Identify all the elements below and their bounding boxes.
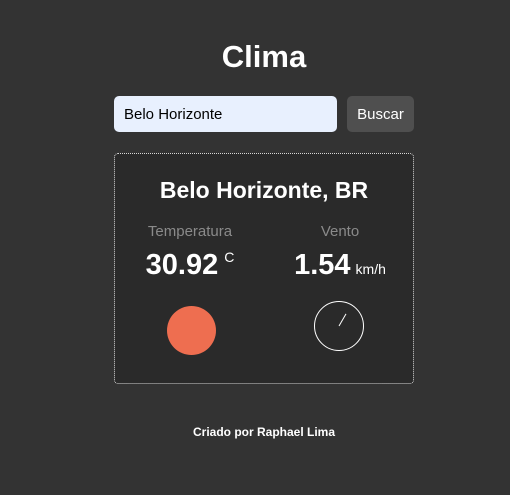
footer-credit: Criado por Raphael Lima [192,425,336,439]
temperature-value: 30.92 [145,249,219,281]
city-name: Belo Horizonte, BR [159,177,369,203]
wind-value-line: 1.54 km/h [265,247,415,288]
page-title: Clima [221,39,307,74]
wind-direction-needle [338,313,347,327]
weather-card: Belo Horizonte, BR Temperatura 30.92 C Ve… [114,153,414,384]
wind-value: 1.54 [294,249,351,281]
wind-block: Vento 1.54 km/h [265,223,415,288]
search-input[interactable] [114,96,337,132]
wind-label: Vento [320,223,360,240]
wind-unit: km/h [355,261,386,277]
wind-compass-icon [314,301,364,351]
temperature-block: Temperatura 30.92 C [115,223,265,288]
temperature-circle-icon [167,306,216,355]
temperature-value-line: 30.92 C [115,247,265,288]
temperature-label: Temperatura [147,223,233,240]
search-button[interactable]: Buscar [347,96,414,132]
temperature-unit: C [224,249,235,265]
